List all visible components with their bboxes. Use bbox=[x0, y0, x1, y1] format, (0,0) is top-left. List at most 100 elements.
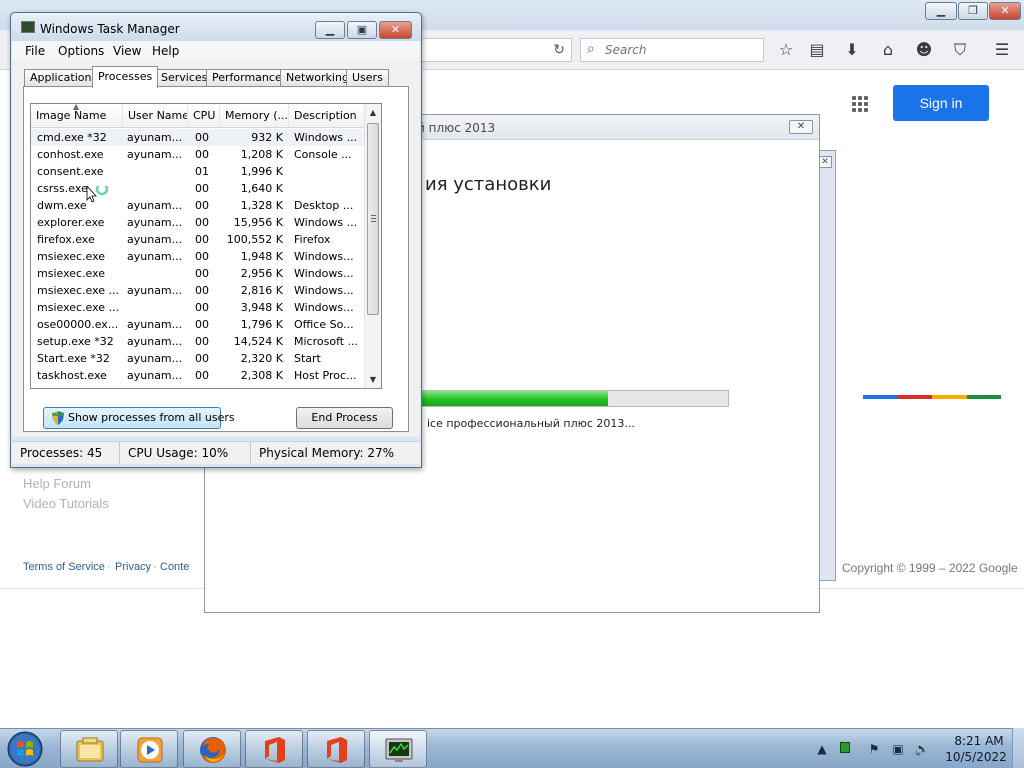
menu-file[interactable]: File bbox=[25, 44, 45, 58]
installer-status-text: ice профессиональный плюс 2013... bbox=[427, 417, 635, 430]
table-row[interactable]: dwm.exe ayunam... 00 1,328 K Desktop ... bbox=[31, 197, 364, 214]
cpu-cell: 00 bbox=[195, 233, 209, 246]
image-name-cell: explorer.exe bbox=[37, 216, 105, 229]
pocket-icon[interactable]: ⛉ bbox=[949, 39, 971, 61]
table-row[interactable]: msiexec.exe ... ayunam... 00 2,816 K Windows… bbox=[31, 282, 364, 299]
tab-users[interactable]: Users bbox=[346, 69, 389, 87]
taskbar-firefox-button[interactable] bbox=[183, 730, 241, 768]
search-input[interactable]: ⌕ Search bbox=[580, 38, 764, 62]
user-name-cell: ayunam... bbox=[127, 250, 183, 263]
memory-cell: 3,948 K bbox=[240, 301, 283, 314]
physical-memory: Physical Memory: 27% bbox=[259, 446, 395, 460]
privacy-link[interactable]: Privacy bbox=[115, 561, 151, 573]
column-memory[interactable]: Memory (... bbox=[220, 104, 289, 128]
busy-cursor-icon bbox=[86, 186, 109, 203]
table-row[interactable]: cmd.exe *32 ayunam... 00 932 K Windows ... bbox=[31, 129, 364, 146]
image-name-cell: msiexec.exe ... bbox=[37, 301, 120, 314]
reload-icon[interactable]: ↻ bbox=[553, 42, 565, 58]
network-icon[interactable]: ▣ bbox=[890, 741, 906, 757]
table-row[interactable]: conhost.exe ayunam... 00 1,208 K Console ... bbox=[31, 146, 364, 163]
show-hidden-icons-icon[interactable]: ▲ bbox=[814, 741, 830, 757]
image-name-cell: conhost.exe bbox=[37, 148, 104, 161]
taskbar-office-button[interactable] bbox=[245, 730, 303, 768]
scroll-down-icon[interactable]: ▼ bbox=[365, 371, 381, 388]
close-icon[interactable]: ✕ bbox=[818, 156, 832, 168]
show-desktop-button[interactable] bbox=[1012, 728, 1024, 768]
clock-date[interactable]: 10/5/2022 bbox=[944, 750, 1008, 764]
description-cell: Desktop ... bbox=[294, 199, 354, 212]
tab-processes[interactable]: Processes bbox=[92, 66, 159, 88]
cpu-cell: 00 bbox=[195, 131, 209, 144]
minimize-button[interactable]: ▁ bbox=[315, 21, 345, 39]
taskbar-explorer-button[interactable] bbox=[60, 730, 118, 768]
smiley-icon[interactable]: ☻ bbox=[913, 39, 935, 61]
url-bar[interactable]: ↻ bbox=[420, 38, 572, 62]
tray-app-icon[interactable] bbox=[837, 741, 853, 757]
tab-networking[interactable]: Networking bbox=[280, 69, 355, 87]
video-tutorials-link[interactable]: Video Tutorials bbox=[23, 496, 109, 511]
description-cell: Windows ... bbox=[294, 131, 358, 144]
cpu-cell: 00 bbox=[195, 148, 209, 161]
table-row[interactable]: explorer.exe ayunam... 00 15,956 K Windows .… bbox=[31, 214, 364, 231]
taskbar-office-button-2[interactable] bbox=[307, 730, 365, 768]
column-cpu[interactable]: CPU bbox=[188, 104, 220, 128]
menu-view[interactable]: View bbox=[113, 44, 141, 58]
scroll-up-icon[interactable]: ▲ bbox=[365, 104, 381, 121]
menu-icon[interactable]: ☰ bbox=[991, 39, 1013, 61]
clock-time[interactable]: 8:21 AM bbox=[950, 734, 1008, 748]
action-center-flag-icon[interactable]: ⚑ bbox=[866, 741, 882, 757]
table-row[interactable]: firefox.exe ayunam... 00 100,552 K Firefox bbox=[31, 231, 364, 248]
list-header: ▲ Image Name User Name CPU Memory (... De… bbox=[31, 104, 364, 128]
table-row[interactable]: msiexec.exe ... 00 3,948 K Windows... bbox=[31, 299, 364, 316]
sign-in-button[interactable]: Sign in bbox=[893, 85, 989, 121]
star-icon[interactable]: ☆ bbox=[775, 39, 797, 61]
cpu-cell: 00 bbox=[195, 284, 209, 297]
scrollbar-thumb[interactable] bbox=[367, 123, 379, 315]
start-button-icon[interactable] bbox=[6, 730, 44, 768]
column-image-name[interactable]: ▲ Image Name bbox=[31, 104, 123, 128]
table-row[interactable]: csrss.exe 00 1,640 K bbox=[31, 180, 364, 197]
google-apps-icon[interactable] bbox=[850, 94, 870, 114]
installer-close-button[interactable]: ✕ bbox=[789, 120, 813, 134]
maximize-button[interactable]: ▣ bbox=[347, 21, 377, 39]
tab-services[interactable]: Services bbox=[155, 69, 214, 87]
table-row[interactable]: setup.exe *32 ayunam... 00 14,524 K Microsof… bbox=[31, 333, 364, 350]
contact-link[interactable]: Conte bbox=[160, 561, 189, 573]
column-user-name[interactable]: User Name bbox=[123, 104, 188, 128]
close-button[interactable]: ✕ bbox=[989, 2, 1021, 20]
table-row[interactable]: msiexec.exe ayunam... 00 1,948 K Windows... bbox=[31, 248, 364, 265]
close-button[interactable]: ✕ bbox=[379, 21, 412, 39]
install-progress-bar bbox=[411, 390, 729, 407]
volume-muted-icon[interactable]: 🔈 bbox=[914, 741, 930, 757]
menu-help[interactable]: Help bbox=[152, 44, 179, 58]
show-all-processes-button[interactable]: Show processes from all users bbox=[43, 407, 235, 429]
taskbar-media-player-button[interactable] bbox=[120, 730, 178, 768]
tab-performance[interactable]: Performance bbox=[206, 69, 288, 87]
vertical-scrollbar[interactable]: ▲ ▼ bbox=[364, 104, 381, 388]
taskbar-task-manager-button[interactable] bbox=[369, 730, 427, 768]
download-icon[interactable]: ⬇ bbox=[841, 39, 863, 61]
terms-link[interactable]: Terms of Service bbox=[23, 561, 105, 573]
table-row[interactable]: msiexec.exe 00 2,956 K Windows... bbox=[31, 265, 364, 282]
image-name-cell: msiexec.exe ... bbox=[37, 284, 120, 297]
task-manager-titlebar[interactable]: Windows Task Manager ▁ ▣ ✕ bbox=[11, 13, 421, 41]
table-row[interactable]: taskhost.exe ayunam... 00 2,308 K Host Proc.… bbox=[31, 367, 364, 384]
column-description[interactable]: Description bbox=[289, 104, 364, 128]
cpu-cell: 00 bbox=[195, 199, 209, 212]
end-process-button[interactable]: End Process bbox=[296, 407, 393, 429]
minimize-button[interactable]: ▁ bbox=[925, 2, 957, 20]
office-icon bbox=[265, 737, 285, 763]
process-list[interactable]: ▲ Image Name User Name CPU Memory (... De… bbox=[30, 103, 382, 389]
footer-separator: · bbox=[153, 561, 157, 573]
copyright-text: Copyright © 1999 – 2022 Google bbox=[842, 561, 1018, 575]
table-row[interactable]: Start.exe *32 ayunam... 00 2,320 K Start bbox=[31, 350, 364, 367]
description-cell bbox=[294, 180, 360, 197]
google-colorbar bbox=[863, 395, 1001, 399]
table-row[interactable]: ose00000.ex... ayunam... 00 1,796 K Office S… bbox=[31, 316, 364, 333]
table-row[interactable]: consent.exe 01 1,996 K bbox=[31, 163, 364, 180]
help-forum-link[interactable]: Help Forum bbox=[23, 476, 91, 491]
restore-button[interactable]: ❐ bbox=[958, 2, 988, 20]
reading-list-icon[interactable]: ▤ bbox=[806, 39, 828, 61]
home-icon[interactable]: ⌂ bbox=[877, 39, 899, 61]
menu-options[interactable]: Options bbox=[58, 44, 104, 58]
